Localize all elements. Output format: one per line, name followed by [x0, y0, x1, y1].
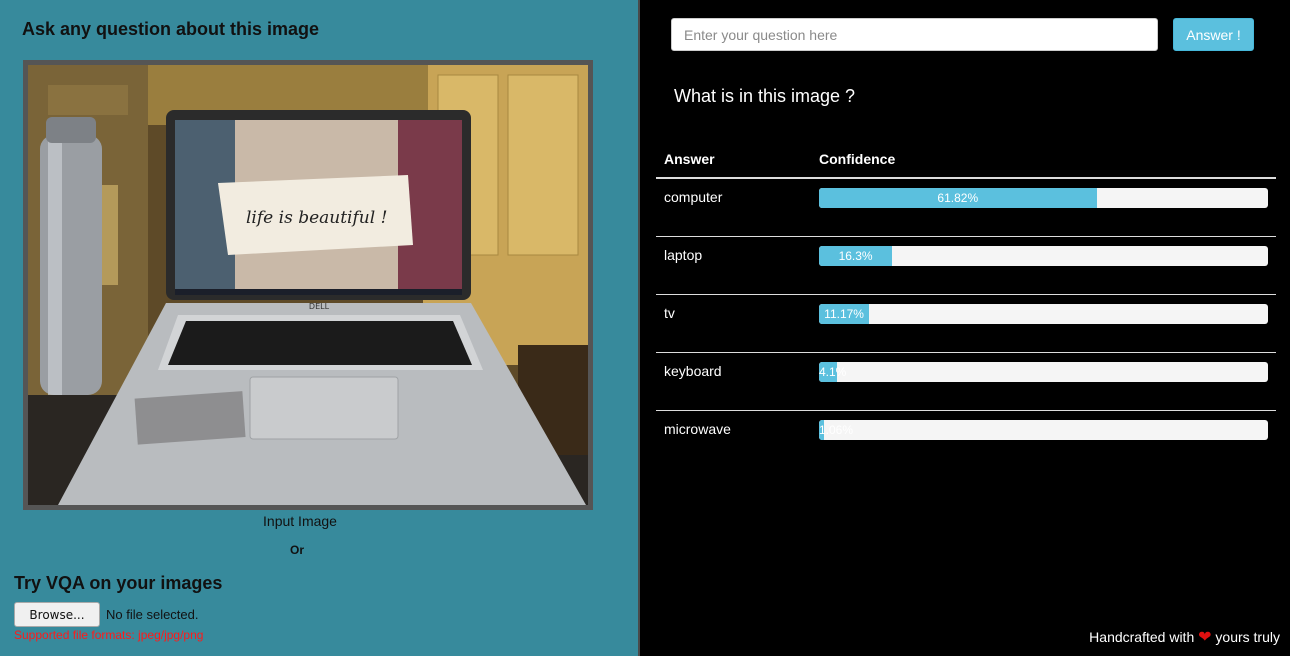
- confidence-fill: 61.82%: [819, 188, 1097, 208]
- result-answer: laptop: [664, 247, 703, 263]
- page-title: Ask any question about this image: [22, 19, 320, 39]
- footer-prefix: Handcrafted with: [1089, 629, 1195, 645]
- input-image-frame: life is beautiful ! DELL: [23, 60, 593, 510]
- result-row: computer 61.82%: [656, 179, 1276, 237]
- confidence-bar: 1.06%: [819, 420, 1268, 440]
- right-panel: Answer ! What is in this image ? Answer …: [640, 0, 1290, 656]
- or-separator: Or: [289, 543, 304, 557]
- answer-button[interactable]: Answer !: [1173, 18, 1254, 51]
- browse-button[interactable]: Browse...: [14, 602, 100, 627]
- image-caption: Input Image: [263, 513, 337, 529]
- confidence-bar: 4.1%: [819, 362, 1268, 382]
- result-answer: computer: [664, 189, 723, 205]
- image-brand-text: DELL: [309, 302, 330, 311]
- image-screen-text: life is beautiful !: [246, 208, 387, 228]
- result-answer: tv: [664, 305, 675, 321]
- result-row: laptop 16.3%: [656, 237, 1276, 295]
- result-answer: microwave: [664, 421, 731, 437]
- confidence-bar: 16.3%: [819, 246, 1268, 266]
- confidence-fill: 1.06%: [819, 420, 853, 440]
- confidence-bar: 11.17%: [819, 304, 1268, 324]
- confidence-bar: 61.82%: [819, 188, 1268, 208]
- left-panel: Ask any question about this image life i…: [0, 0, 638, 656]
- question-input[interactable]: [671, 18, 1158, 51]
- answer-column-header: Answer: [664, 150, 715, 167]
- confidence-fill: 4.1%: [819, 362, 846, 382]
- footer-suffix: yours truly: [1215, 629, 1280, 645]
- confidence-fill: 11.17%: [819, 304, 870, 324]
- result-row: keyboard 4.1%: [656, 353, 1276, 411]
- footer: Handcrafted with ❤ yours truly: [1089, 627, 1280, 647]
- confidence-fill: 16.3%: [819, 246, 893, 266]
- confidence-column-header: Confidence: [819, 150, 896, 167]
- question-display: What is in this image ?: [674, 86, 856, 106]
- results-header: Answer Confidence: [656, 140, 1276, 179]
- file-status: No file selected.: [106, 607, 199, 622]
- input-image: life is beautiful ! DELL: [28, 65, 588, 505]
- result-row: tv 11.17%: [656, 295, 1276, 353]
- result-answer: keyboard: [664, 363, 722, 379]
- result-row: microwave 1.06%: [656, 411, 1276, 468]
- upload-title: Try VQA on your images: [14, 573, 223, 593]
- formats-note: Supported file formats: jpeg/jpg/png: [14, 628, 204, 642]
- results-table: Answer Confidence computer 61.82% laptop…: [656, 140, 1276, 468]
- heart-icon: ❤: [1198, 629, 1212, 646]
